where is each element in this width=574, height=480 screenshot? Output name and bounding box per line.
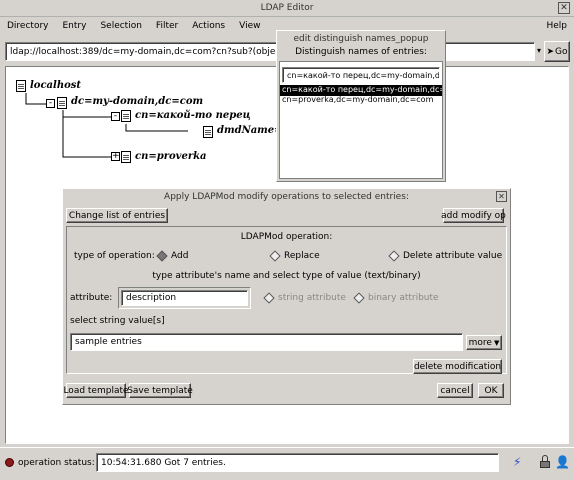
add-modify-button[interactable]: add modify op <box>441 208 506 223</box>
collapse-icon[interactable]: - <box>46 99 55 108</box>
value-input[interactable]: sample entries <box>70 333 463 351</box>
entry-icon <box>121 151 131 163</box>
popup-title: edit distinguish names_popup <box>293 33 429 44</box>
more-dropdown[interactable]: more ▼ <box>466 335 502 350</box>
radio-icon <box>388 249 400 262</box>
domain-entry-icon <box>57 97 67 109</box>
type-label: type of operation: <box>74 251 155 261</box>
tree-domain[interactable]: dc=my-domain,dc=com <box>71 96 203 107</box>
radio-add[interactable]: Add <box>156 249 188 262</box>
cancel-button[interactable]: cancel <box>437 383 473 398</box>
ldapmod-dialog: Apply LDAPMod modify operations to selec… <box>62 188 511 405</box>
status-led-icon <box>5 458 14 467</box>
user-icon[interactable]: 👤 <box>555 454 570 470</box>
close-icon[interactable]: ✕ <box>496 191 507 202</box>
radio-replace[interactable]: Replace <box>269 249 320 262</box>
popup-titlebar: edit distinguish names_popup <box>277 31 445 46</box>
tree-entry-2[interactable]: cn=proverka <box>135 151 207 162</box>
radio-icon <box>156 249 168 262</box>
radio-icon <box>263 291 275 304</box>
dn-list-item[interactable]: cn=proverka,dc=my-domain,dc=com <box>280 95 442 106</box>
radio-string-attribute[interactable]: string attribute <box>263 291 346 304</box>
attribute-label: attribute: <box>70 293 113 303</box>
entry-icon <box>121 110 131 122</box>
section-title: LDAPMod operation: <box>240 232 333 242</box>
tree-entry-1[interactable]: cn=какой-то перец <box>135 110 251 121</box>
expand-icon[interactable]: + <box>111 152 120 161</box>
status-label: operation status: <box>18 458 95 468</box>
attribute-input[interactable]: description <box>121 290 248 306</box>
instruction-text: type attribute's name and select type of… <box>152 271 421 281</box>
connection-plug-icon[interactable]: ⚡ <box>513 455 535 469</box>
collapse-icon[interactable]: - <box>111 112 120 121</box>
select-values-label: select string value[s] <box>70 316 165 326</box>
radio-binary-attribute[interactable]: binary attribute <box>353 291 439 304</box>
tree-root[interactable]: localhost <box>30 80 81 91</box>
dn-input[interactable]: cn=какой-то перец,dc=my-domain,dc=c <box>282 67 440 83</box>
dn-popup: edit distinguish names_popup Distinguish… <box>276 30 446 182</box>
root-entry-icon <box>16 80 26 92</box>
change-list-button[interactable]: Change list of entries <box>66 208 168 223</box>
radio-icon <box>353 291 365 304</box>
load-template-button[interactable]: Load template <box>63 383 129 398</box>
entry-icon <box>203 126 213 138</box>
ok-button[interactable]: OK <box>478 383 504 398</box>
dialog-title: Apply LDAPMod modify operations to selec… <box>164 192 409 202</box>
chevron-down-icon: ▼ <box>493 338 500 347</box>
status-field: 10:54:31.680 Got 7 entries. <box>96 453 499 472</box>
radio-icon <box>269 249 281 262</box>
radio-delete-attribute[interactable]: Delete attribute value <box>388 249 502 262</box>
save-template-button[interactable]: Save template <box>127 383 193 398</box>
delete-modification-button[interactable]: delete modification <box>413 359 502 374</box>
popup-header: Distinguish names of entries: <box>295 47 427 57</box>
dialog-titlebar: Apply LDAPMod modify operations to selec… <box>63 189 510 205</box>
lock-icon[interactable] <box>539 455 551 469</box>
